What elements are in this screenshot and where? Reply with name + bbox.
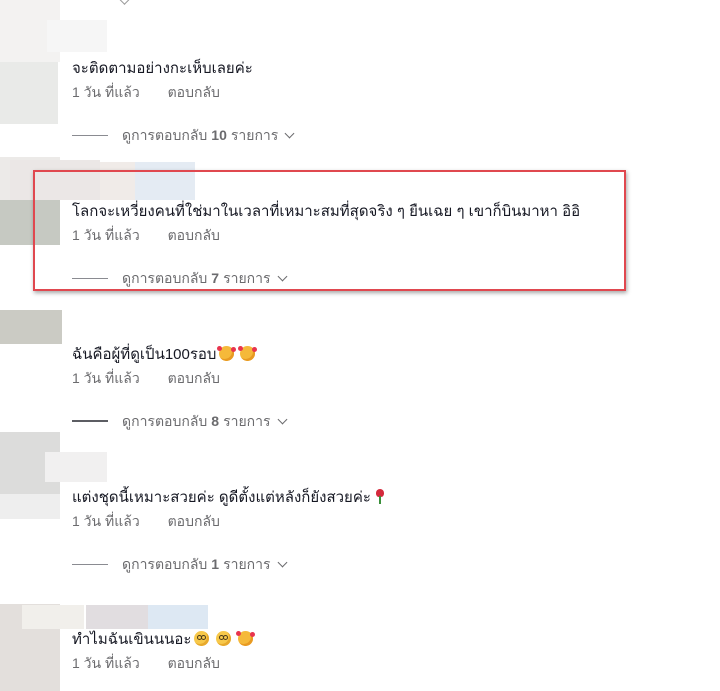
comment-text: โลกจะเหวี่ยงคนที่ใช่มาในเวลาที่เหมาะสมที…	[72, 203, 581, 220]
chevron-down-icon	[277, 414, 287, 424]
divider-line	[72, 420, 108, 422]
comment-time: 1 วัน ที่แล้ว	[72, 370, 140, 386]
username-redacted	[148, 605, 208, 629]
comment-text: ฉันคือผู้ที่ดูเป็น100รอบ	[72, 345, 258, 365]
reply-count: 7	[211, 270, 220, 286]
view-replies-suffix: รายการ	[223, 270, 271, 286]
comment-time: 1 วัน ที่แล้ว	[72, 227, 140, 243]
comment-time: 1 วัน ที่แล้ว	[72, 84, 140, 100]
rose-icon	[375, 489, 385, 504]
username-redacted	[22, 605, 84, 629]
view-replies-button[interactable]: ดูการตอบกลับ 10 รายการ	[72, 126, 295, 144]
reply-button[interactable]: ตอบกลับ	[168, 370, 220, 386]
reply-button[interactable]: ตอบกลับ	[168, 227, 220, 243]
smiling-face-with-hearts-icon	[238, 346, 258, 361]
comment-meta: 1 วัน ที่แล้ว ตอบกลับ	[72, 369, 220, 387]
reply-count: 10	[211, 127, 227, 143]
avatar[interactable]	[0, 494, 60, 519]
avatar[interactable]	[0, 200, 60, 245]
comment-item: แต่งชุดนี้เหมาะสวยค่ะ ดูดีตั้งแต่หลังก็ย…	[72, 488, 692, 578]
view-replies-label: ดูการตอบกลับ	[122, 413, 208, 429]
comment-meta: 1 วัน ที่แล้ว ตอบกลับ	[72, 512, 220, 530]
flushed-face-icon	[194, 631, 210, 646]
comment-item: ทำไมฉันเขินนนอะ 1 วัน ที่แล้ว ตอบกลับ	[72, 630, 692, 690]
reply-button[interactable]: ตอบกลับ	[168, 84, 220, 100]
divider-line	[72, 277, 108, 279]
view-replies-suffix: รายการ	[223, 556, 271, 572]
comment-text: จะติดตามอย่างกะเห็บเลยค่ะ	[72, 60, 253, 77]
username-redacted	[100, 162, 135, 200]
view-replies-suffix: รายการ	[230, 127, 279, 143]
comment-text-body: แต่งชุดนี้เหมาะสวยค่ะ ดูดีตั้งแต่หลังก็ย…	[72, 489, 371, 506]
username-redacted	[135, 162, 195, 200]
comment-meta: 1 วัน ที่แล้ว ตอบกลับ	[72, 83, 220, 101]
reply-count: 1	[211, 556, 220, 572]
comment-item: โลกจะเหวี่ยงคนที่ใช่มาในเวลาที่เหมาะสมที…	[72, 202, 692, 292]
smiling-face-with-hearts-icon	[217, 346, 237, 361]
chevron-down-icon	[284, 128, 295, 138]
chevron-down-icon	[277, 271, 287, 281]
comment-text: ทำไมฉันเขินนนอะ	[72, 630, 256, 650]
username-redacted	[45, 452, 107, 482]
chevron-down-icon	[277, 557, 287, 567]
username-redacted	[47, 20, 107, 52]
view-replies-suffix: รายการ	[223, 413, 271, 429]
view-replies-label: ดูการตอบกลับ	[122, 127, 208, 143]
comment-item: จะติดตามอย่างกะเห็บเลยค่ะ 1 วัน ที่แล้ว …	[72, 59, 692, 149]
username-redacted	[10, 160, 100, 200]
view-replies-button[interactable]: ดูการตอบกลับ 8 รายการ	[72, 412, 287, 430]
divider-line	[72, 134, 108, 136]
comment-meta: 1 วัน ที่แล้ว ตอบกลับ	[72, 654, 220, 672]
avatar[interactable]	[0, 310, 62, 344]
view-replies-label: ดูการตอบกลับ	[122, 556, 208, 572]
scroll-chevron-icon	[118, 0, 131, 5]
view-replies-button[interactable]: ดูการตอบกลับ 1 รายการ	[72, 555, 287, 573]
comment-text-body: ฉันคือผู้ที่ดูเป็น100รอบ	[72, 346, 217, 363]
comment-text: แต่งชุดนี้เหมาะสวยค่ะ ดูดีตั้งแต่หลังก็ย…	[72, 488, 385, 508]
comment-meta: 1 วัน ที่แล้ว ตอบกลับ	[72, 226, 220, 244]
flushed-face-icon	[216, 631, 232, 646]
avatar[interactable]	[0, 62, 58, 124]
reply-button[interactable]: ตอบกลับ	[168, 655, 220, 671]
smiling-face-with-hearts-icon	[236, 631, 256, 646]
comment-time: 1 วัน ที่แล้ว	[72, 513, 140, 529]
reply-count: 8	[211, 413, 220, 429]
comment-text-body: ทำไมฉันเขินนนอะ	[72, 631, 192, 648]
username-redacted	[86, 605, 148, 629]
view-replies-button[interactable]: ดูการตอบกลับ 7 รายการ	[72, 269, 287, 287]
comment-time: 1 วัน ที่แล้ว	[72, 655, 140, 671]
reply-button[interactable]: ตอบกลับ	[168, 513, 220, 529]
divider-line	[72, 563, 108, 565]
view-replies-label: ดูการตอบกลับ	[122, 270, 208, 286]
comment-item: ฉันคือผู้ที่ดูเป็น100รอบ 1 วัน ที่แล้ว ต…	[72, 345, 692, 435]
